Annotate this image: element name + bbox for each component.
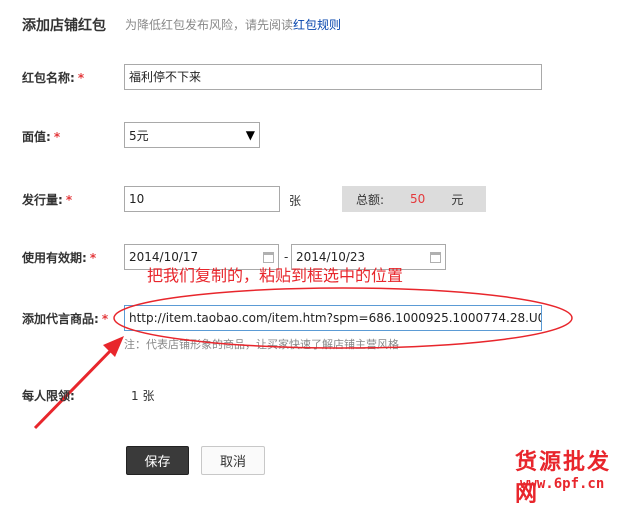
arrow-icon <box>33 336 124 430</box>
annotation-overlay <box>33 287 573 430</box>
cancel-button[interactable]: 取消 <box>201 446 265 475</box>
limit-value: 1 张 <box>131 389 155 403</box>
save-button[interactable]: 保存 <box>126 446 189 475</box>
limit-label: 每人限领: <box>22 389 75 403</box>
highlight-ellipse <box>113 287 573 349</box>
watermark-url: www.6pf.cn <box>520 476 605 492</box>
